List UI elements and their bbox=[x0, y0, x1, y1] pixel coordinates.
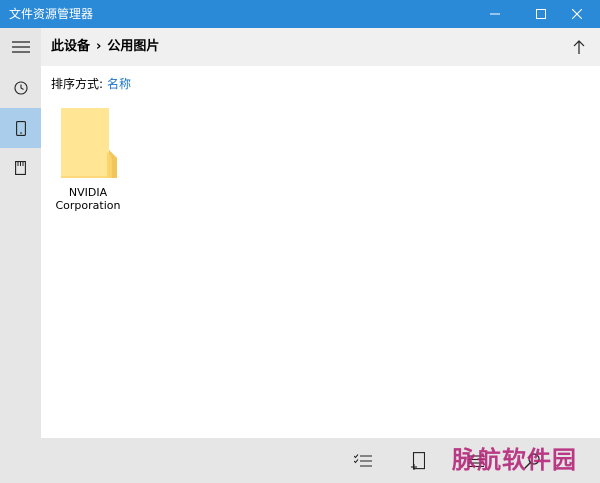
sort-label: 排序方式: bbox=[51, 77, 104, 91]
new-folder-button[interactable] bbox=[407, 450, 429, 472]
sd-card-icon bbox=[15, 161, 26, 175]
arrow-up-icon bbox=[573, 40, 585, 54]
folder-name: NVIDIA Corporation bbox=[55, 186, 121, 212]
close-icon bbox=[572, 9, 582, 19]
new-folder-icon bbox=[411, 452, 425, 470]
select-button[interactable] bbox=[352, 450, 374, 472]
phone-icon bbox=[15, 120, 26, 136]
breadcrumb: 此设备 › 公用图片 bbox=[51, 39, 159, 55]
up-folder-button[interactable] bbox=[568, 36, 590, 58]
close-button[interactable] bbox=[554, 0, 600, 28]
location-header: 此设备 › 公用图片 bbox=[41, 28, 600, 66]
navigation-sidebar bbox=[0, 28, 41, 483]
minimize-button[interactable] bbox=[472, 0, 518, 28]
sidebar-item-this-device[interactable] bbox=[0, 108, 41, 148]
clock-icon bbox=[13, 81, 28, 95]
folder-icon bbox=[61, 108, 117, 178]
sort-by-dropdown[interactable]: 名称 bbox=[107, 76, 131, 92]
breadcrumb-item-public-pictures[interactable]: 公用图片 bbox=[107, 39, 159, 55]
sidebar-item-sd-card[interactable] bbox=[0, 148, 41, 188]
sidebar-item-recent[interactable] bbox=[0, 68, 41, 108]
maximize-icon bbox=[536, 9, 546, 19]
hamburger-menu-icon bbox=[11, 41, 30, 53]
minimize-icon bbox=[490, 13, 500, 15]
watermark-text: 脉航软件园 bbox=[452, 445, 577, 474]
sidebar-menu-button[interactable] bbox=[0, 28, 41, 66]
window-title: 文件资源管理器 bbox=[9, 7, 94, 21]
breadcrumb-item-this-device[interactable]: 此设备 bbox=[51, 39, 90, 55]
select-checklist-icon bbox=[354, 454, 372, 467]
sort-bar: 排序方式: 名称 bbox=[51, 76, 131, 92]
breadcrumb-separator: › bbox=[96, 39, 102, 54]
folder-item-nvidia-corporation[interactable]: NVIDIA Corporation bbox=[48, 100, 128, 220]
title-bar: 文件资源管理器 bbox=[0, 0, 600, 28]
